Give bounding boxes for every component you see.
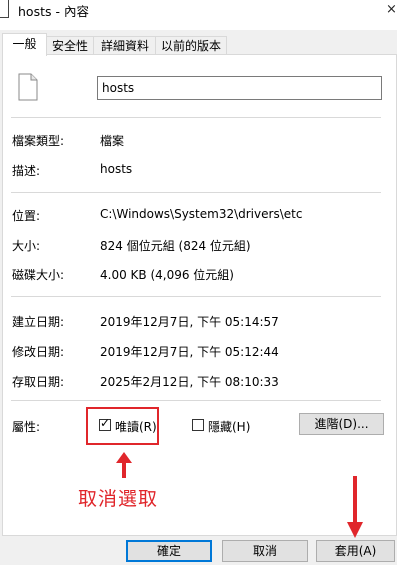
location-label: 位置:: [12, 209, 41, 223]
modified-label: 修改日期:: [12, 345, 65, 359]
hidden-checkbox[interactable]: [192, 419, 204, 431]
ok-button[interactable]: 確定: [126, 540, 212, 562]
window-title: hosts - 內容: [18, 4, 89, 19]
accessed-label: 存取日期:: [12, 375, 65, 389]
file-icon: [0, 0, 9, 18]
divider: [11, 117, 381, 118]
modified-value: 2019年12月7日, 下午 05:12:44: [100, 345, 279, 359]
type-value: 檔案: [100, 134, 125, 148]
annotation-arrow-up-icon: [116, 452, 132, 478]
divider: [11, 400, 381, 401]
divider: [11, 296, 381, 297]
accessed-value: 2025年2月12日, 下午 08:10:33: [100, 375, 279, 389]
size-on-disk-label: 磁碟大小:: [12, 268, 65, 282]
tab-previous-versions[interactable]: 以前的版本: [155, 36, 227, 56]
description-value: hosts: [100, 162, 133, 176]
location-value: C:\Windows\System32\drivers\etc: [100, 207, 303, 221]
size-on-disk-value: 4.00 KB (4,096 位元組): [100, 268, 234, 282]
tab-details[interactable]: 詳細資料: [93, 36, 157, 56]
tab-security[interactable]: 安全性: [45, 36, 95, 56]
general-panel: [2, 54, 397, 536]
tab-general[interactable]: 一般: [2, 33, 47, 56]
divider: [11, 192, 381, 193]
readonly-checkbox[interactable]: ✓: [99, 416, 111, 431]
close-icon[interactable]: ×: [386, 2, 397, 17]
hidden-label[interactable]: 隱藏(H): [208, 418, 250, 435]
type-label: 檔案類型:: [12, 134, 65, 148]
checkmark-icon: ✓: [100, 416, 111, 430]
created-label: 建立日期:: [12, 315, 65, 329]
description-label: 描述:: [12, 164, 41, 178]
cancel-button[interactable]: 取消: [222, 540, 308, 562]
readonly-label[interactable]: 唯讀(R): [115, 418, 157, 435]
tab-strip: 一般 安全性 詳細資料 以前的版本: [0, 33, 397, 56]
attributes-label: 屬性:: [12, 420, 41, 434]
advanced-button[interactable]: 進階(D)...: [299, 413, 384, 435]
title-bar: hosts - 內容 ×: [0, 0, 397, 30]
annotation-text: 取消選取: [78, 488, 159, 510]
document-icon: [18, 73, 38, 104]
size-label: 大小:: [12, 239, 41, 253]
size-value: 824 個位元組 (824 位元組): [100, 239, 251, 253]
file-name-input[interactable]: [97, 76, 382, 100]
annotation-arrow-down-icon: [347, 476, 363, 538]
apply-button[interactable]: 套用(A): [316, 540, 395, 562]
created-value: 2019年12月7日, 下午 05:14:57: [100, 315, 279, 329]
